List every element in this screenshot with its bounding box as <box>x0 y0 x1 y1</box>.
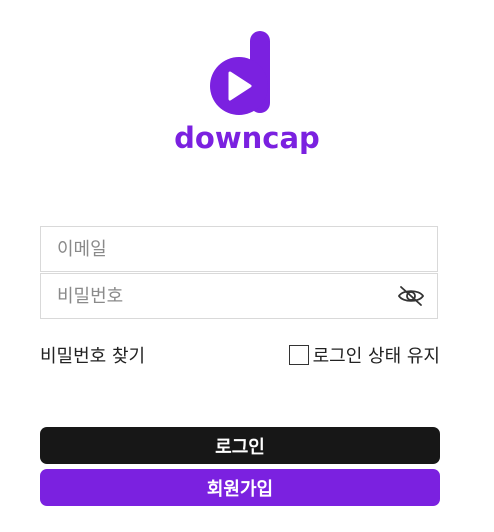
find-password-link[interactable]: 비밀번호 찾기 <box>40 342 145 368</box>
brand-name: downcap <box>174 121 320 155</box>
email-field-container <box>40 226 438 272</box>
login-page: downcap 비밀번호 찾기 로그인 상태 유지 로그인 회원가입 <box>0 0 494 532</box>
email-input[interactable] <box>41 227 437 271</box>
keep-login-label: 로그인 상태 유지 <box>312 346 440 367</box>
password-input[interactable] <box>41 274 437 318</box>
play-d-logo-icon <box>210 31 270 115</box>
login-options-row: 비밀번호 찾기 로그인 상태 유지 <box>40 340 440 368</box>
eye-off-icon[interactable] <box>397 284 425 308</box>
keep-login-checkbox[interactable] <box>288 345 309 365</box>
password-field-container <box>40 273 438 319</box>
keep-login-toggle[interactable]: 로그인 상태 유지 <box>288 342 440 368</box>
signup-button[interactable]: 회원가입 <box>40 469 440 506</box>
login-button[interactable]: 로그인 <box>40 427 440 464</box>
